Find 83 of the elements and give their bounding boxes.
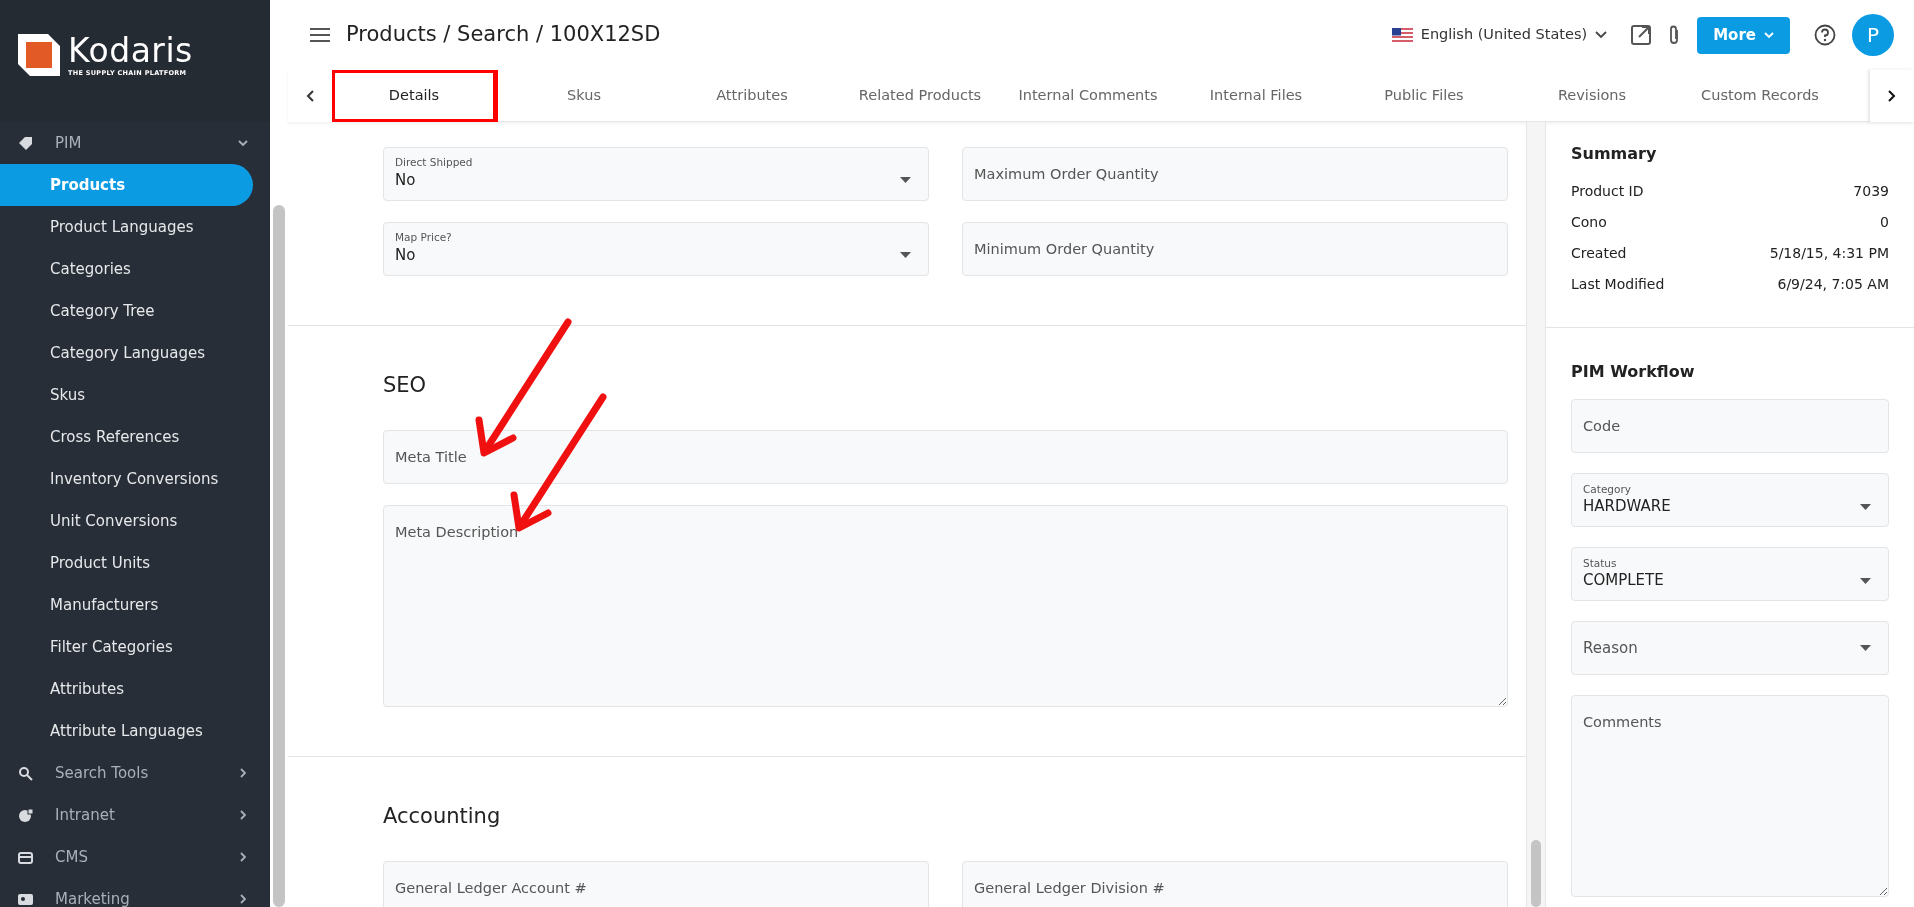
open-external-button[interactable] xyxy=(1631,25,1652,45)
sidebar-group-label: PIM xyxy=(55,132,83,154)
select-field[interactable]: Direct Shipped No xyxy=(383,147,929,201)
summary-label: Created xyxy=(1571,244,1627,264)
summary-value: 7039 xyxy=(1853,182,1889,202)
summary-label: Last Modified xyxy=(1571,275,1665,295)
logo-icon xyxy=(18,34,60,76)
tab[interactable]: Related Products xyxy=(836,69,1004,122)
caret-icon xyxy=(1764,31,1774,39)
input-field[interactable]: Maximum Order Quantity xyxy=(962,147,1508,201)
input-field[interactable]: General Ledger Division # xyxy=(962,861,1508,907)
scrollbar-thumb[interactable] xyxy=(1531,840,1541,907)
scrollbar-thumb[interactable] xyxy=(273,205,285,907)
summary-label: Product ID xyxy=(1571,182,1644,202)
chevron-left-icon xyxy=(306,89,314,102)
sidebar-group[interactable]: Search Tools xyxy=(0,752,270,794)
page-title: Products / Search / 100X12SD xyxy=(346,21,662,49)
search-icon xyxy=(18,765,33,781)
menu-icon xyxy=(310,27,330,43)
flag-icon xyxy=(1391,28,1413,42)
section-title: SEO xyxy=(383,373,428,399)
external-link-icon xyxy=(1631,25,1652,45)
sidebar-item[interactable]: Unit Conversions xyxy=(0,500,253,542)
summary-value: 5/18/15, 4:31 PM xyxy=(1769,244,1889,264)
tag-icon xyxy=(18,135,33,151)
menu-button[interactable] xyxy=(310,27,330,43)
globe-icon xyxy=(18,807,33,823)
caret-icon xyxy=(1595,31,1608,39)
tab[interactable]: Attributes xyxy=(668,69,836,122)
help-button[interactable] xyxy=(1814,24,1836,46)
input-field[interactable]: General Ledger Account # xyxy=(383,861,929,907)
sidebar-group[interactable]: Marketing xyxy=(0,878,270,907)
summary-label: Cono xyxy=(1571,213,1607,233)
sidebar-item[interactable]: Product Units xyxy=(0,542,253,584)
select-field[interactable]: Map Price? No xyxy=(383,222,929,276)
sidebar-item[interactable]: Cross References xyxy=(0,416,253,458)
sidebar-item[interactable]: Attribute Languages xyxy=(0,710,253,752)
sidebar-item[interactable]: Manufacturers xyxy=(0,584,253,626)
summary-value: 6/9/24, 7:05 AM xyxy=(1777,275,1889,295)
sidebar-group-label: Marketing xyxy=(55,888,131,907)
sidebar-group-label: Intranet xyxy=(55,804,116,826)
help-icon xyxy=(1814,24,1836,46)
sidebar-item[interactable]: Category Tree xyxy=(0,290,253,332)
input-field[interactable]: Minimum Order Quantity xyxy=(962,222,1508,276)
sidebar-item[interactable]: Product Languages xyxy=(0,206,253,248)
dropdown-caret-icon xyxy=(1860,503,1871,510)
sidebar-item[interactable]: Inventory Conversions xyxy=(0,458,253,500)
tab[interactable]: Internal Comments xyxy=(1004,69,1172,122)
input-field[interactable]: Code xyxy=(1571,399,1889,454)
text-area[interactable]: Meta Description xyxy=(383,505,1508,708)
summary-title: Summary xyxy=(1571,144,1658,164)
chevron-right-icon xyxy=(1888,89,1896,102)
sidebar-item[interactable]: Categories xyxy=(0,248,253,290)
tab[interactable]: Revisions xyxy=(1508,69,1676,122)
sidebar-item[interactable]: Skus xyxy=(0,374,253,416)
tab[interactable]: Internal Files xyxy=(1172,69,1340,122)
language-selector[interactable]: English (United States) xyxy=(1391,24,1608,46)
summary-value: 0 xyxy=(1880,213,1889,233)
input-field[interactable]: Meta Title xyxy=(383,430,1508,485)
sidebar-group[interactable]: Intranet xyxy=(0,794,270,836)
dropdown-caret-icon xyxy=(1860,645,1871,652)
sidebar-item[interactable]: Filter Categories xyxy=(0,626,253,668)
tab[interactable]: Details xyxy=(332,69,496,122)
sidebar-group-label: CMS xyxy=(55,846,89,868)
tab[interactable]: Public Files xyxy=(1340,69,1508,122)
tab[interactable]: Custom Records xyxy=(1676,69,1844,122)
dropdown-caret-icon xyxy=(1860,577,1871,584)
select-field[interactable]: Status COMPLETE xyxy=(1571,547,1889,602)
dropdown-caret-icon xyxy=(900,177,911,184)
sidebar-group-label: Search Tools xyxy=(55,762,150,784)
logo-text: Kodaris xyxy=(68,34,193,67)
card-icon xyxy=(18,849,33,865)
select-field[interactable]: Reason xyxy=(1571,621,1889,676)
dropdown-caret-icon xyxy=(900,252,911,259)
section-title: Accounting xyxy=(383,804,502,830)
section-title: PIM Workflow xyxy=(1571,362,1696,382)
sidebar-group[interactable]: CMS xyxy=(0,836,270,878)
sidebar-item[interactable]: Attributes xyxy=(0,668,253,710)
text-area[interactable]: Comments xyxy=(1571,695,1889,898)
sidebar-item[interactable]: Category Languages xyxy=(0,332,253,374)
tab[interactable]: Skus xyxy=(500,69,668,122)
sidebar-group[interactable]: PIM xyxy=(0,122,270,164)
select-field[interactable]: Category HARDWARE xyxy=(1571,473,1889,528)
